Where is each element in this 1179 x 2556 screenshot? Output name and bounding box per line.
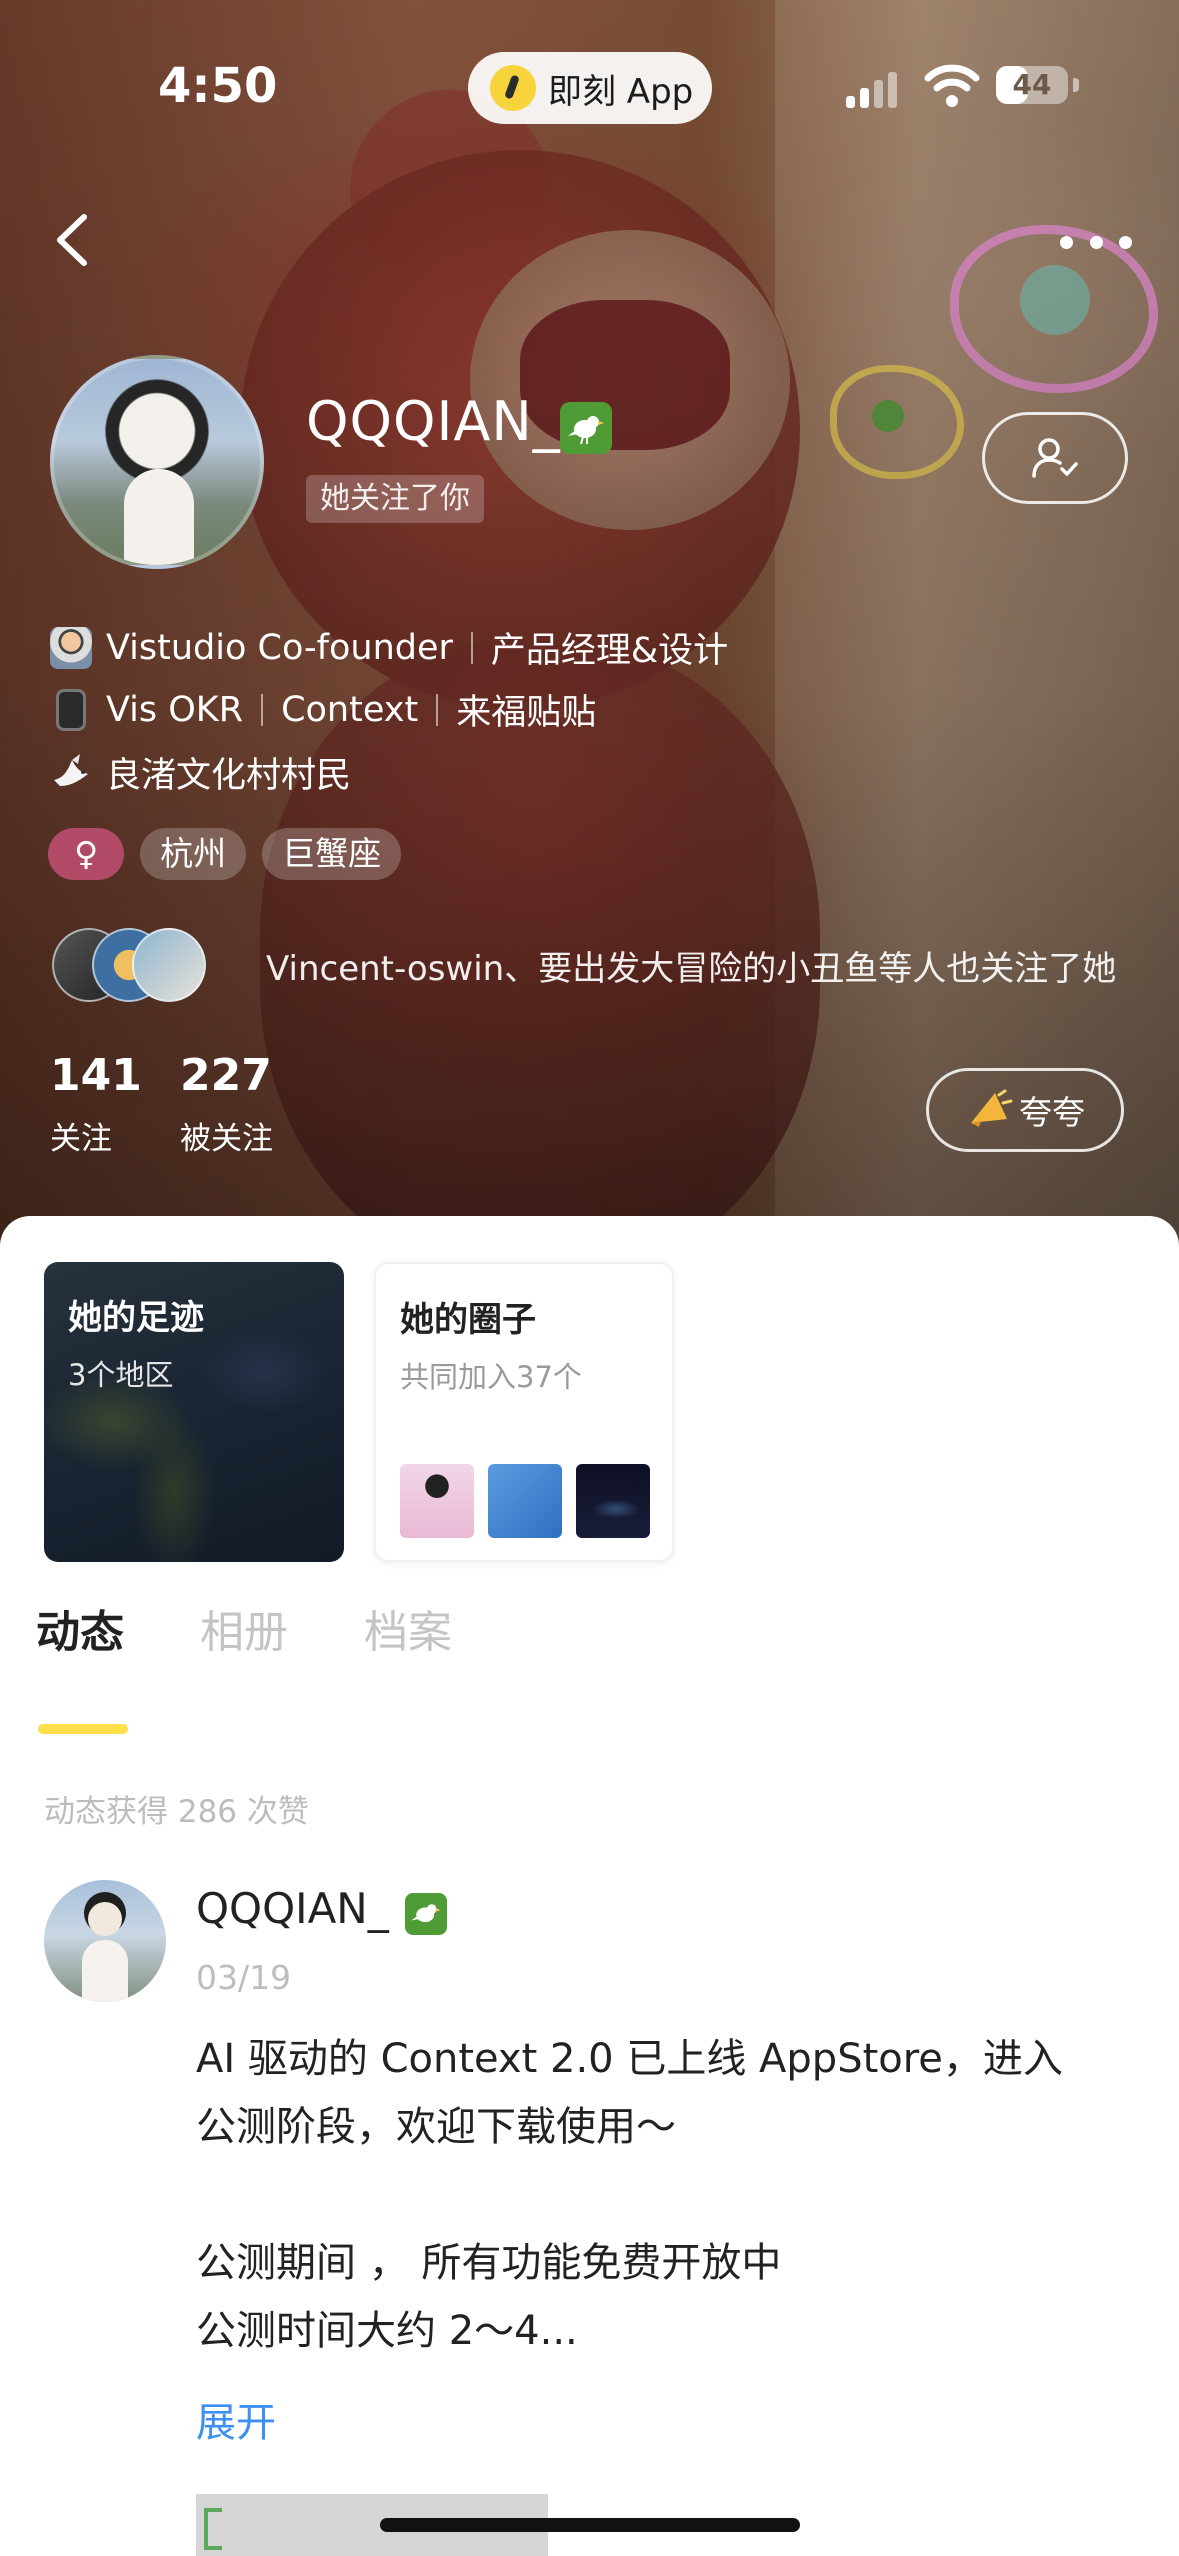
followers-stat[interactable]: 227 被关注 [180,1050,273,1158]
post-text-line: 公测期间 ， 所有功能免费开放中 [196,2240,782,2286]
followers-label: 被关注 [180,1121,273,1157]
mutual-avatar [132,928,206,1002]
bio-line-2: Vis OKR Context 来福贴贴 [50,684,596,735]
profile-content-sheet: 她的足迹 3个地区 她的圈子 共同加入37个 [0,1216,1179,2556]
following-count: 141 [50,1050,142,1101]
bio-line-3: 良渚文化村村民 [50,747,351,798]
battery-icon: 44 [996,66,1068,104]
battery-nub [1073,78,1079,92]
bio-text: 产品经理&设计 [490,631,729,671]
bio-text: Context [281,689,419,730]
cellular-signal-icon [846,70,898,108]
profile-avatar[interactable] [50,355,264,569]
circle-thumbnail[interactable] [488,1464,562,1538]
circle-thumbnail[interactable] [400,1464,474,1538]
profile-tags: ♀ 杭州 巨蟹座 [48,828,417,880]
circle-thumbnail[interactable] [576,1464,650,1538]
post-date: 03/19 [196,1958,292,1997]
mutual-avatar-stack [52,928,206,1002]
bio-text: 良渚文化村村民 [106,756,352,796]
footprint-title: 她的足迹 [68,1298,204,1338]
dove-emoji-icon [54,753,88,786]
user-check-icon [1032,438,1078,478]
status-time: 4:50 [158,58,278,114]
post-text-line: 公测时间大约 2～4... [196,2308,578,2354]
follows-you-badge: 她关注了你 [306,475,484,523]
circles-title: 她的圈子 [400,1300,536,1340]
following-status-button[interactable] [982,412,1128,504]
city-tag[interactable]: 杭州 [140,828,247,880]
bio-separator [261,693,264,726]
bio-separator [470,631,473,664]
followers-count: 227 [180,1050,272,1101]
phone-emoji-icon [56,688,86,731]
bio-text: Vis OKR [106,689,244,730]
bio-text: Vistudio Co-founder [106,627,453,668]
zodiac-tag: 巨蟹座 [262,828,402,880]
bird-badge-icon [405,1893,447,1935]
island-app-label: 即刻 App [548,71,694,112]
footprint-subtitle: 3个地区 [68,1358,174,1392]
bio-text: 来福贴贴 [456,693,597,733]
post-author-avatar[interactable] [44,1880,166,2002]
avatar-figure [124,469,194,565]
profile-username: QQQIAN_ [306,390,561,453]
mutual-followers[interactable]: Vincent-oswin、要出发大冒险的小丑鱼等人也关注了她 [52,928,1116,1002]
post-author-name[interactable]: QQQIAN_ [196,1884,389,1933]
bio-separator [436,693,439,726]
footprint-card[interactable]: 她的足迹 3个地区 [44,1262,344,1562]
circles-thumbnails [400,1464,664,1538]
tab-posts[interactable]: 动态 [36,1596,124,1660]
tab-archive[interactable]: 档案 [364,1596,452,1660]
gender-tag: ♀ [48,828,125,880]
mutual-followers-text: Vincent-oswin、要出发大冒险的小丑鱼等人也关注了她 [266,948,1117,989]
praise-button[interactable]: 夸夸 [926,1068,1124,1152]
following-stat[interactable]: 141 关注 [50,1050,142,1158]
technologist-emoji-icon [50,626,92,669]
praise-label: 夸夸 [1019,1093,1085,1132]
back-arrow-icon[interactable] [40,205,110,275]
home-indicator[interactable] [380,2518,800,2532]
bio-line-1: Vistudio Co-founder 产品经理&设计 [50,622,728,673]
bird-badge-icon[interactable] [560,402,612,454]
expand-post-link[interactable]: 展开 [196,2390,276,2448]
profile-tabs: 动态 相册 档案 [36,1596,528,1660]
more-options-icon[interactable] [1060,222,1132,262]
post-text-line: 公测阶段，欢迎下载使用～ [196,2104,676,2150]
post-text-line: AI 驱动的 Context 2.0 已上线 AppStore，进入 [196,2036,1063,2082]
tab-album[interactable]: 相册 [200,1596,288,1660]
circles-subtitle: 共同加入37个 [400,1360,582,1394]
likes-summary: 动态获得 286 次赞 [44,1794,309,1830]
megaphone-icon [971,1089,1013,1127]
active-tab-indicator [38,1724,128,1734]
dynamic-island-app[interactable]: 即刻 App [468,52,712,124]
following-label: 关注 [50,1121,112,1157]
jike-app-icon [490,65,536,111]
avatar-face [88,1902,122,1936]
wifi-icon [924,64,980,107]
battery-level-text: 44 [1012,68,1052,101]
circles-card[interactable]: 她的圈子 共同加入37个 [374,1262,674,1562]
avatar-figure [82,1940,128,2002]
